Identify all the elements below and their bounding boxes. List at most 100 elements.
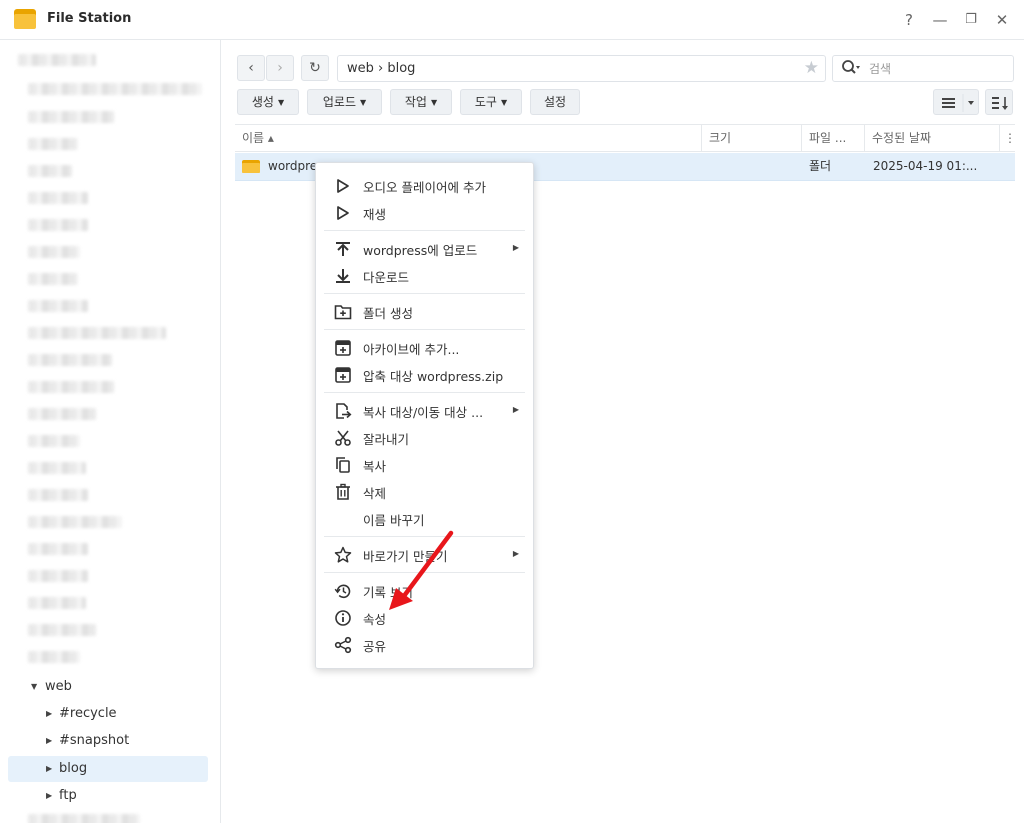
redacted-item — [28, 462, 86, 474]
tree-item-blog[interactable]: ▶ blog — [8, 756, 208, 782]
forward-button[interactable]: › — [266, 55, 294, 81]
menu-item-label: 이름 바꾸기 — [363, 513, 425, 528]
column-type[interactable]: 파일 ... — [802, 125, 865, 152]
menu-item-label: 다운로드 — [363, 270, 410, 285]
button-label: 도구 — [474, 95, 497, 109]
menu-item-label: 바로가기 만들기 — [363, 549, 448, 564]
redacted-item — [28, 138, 78, 150]
redacted-item — [28, 354, 112, 366]
minimize-button[interactable]: — — [929, 9, 951, 31]
redacted-item — [28, 165, 72, 177]
upload-button[interactable]: 업로드 ▼ — [307, 89, 382, 115]
menu-separator — [324, 536, 525, 537]
column-size[interactable]: 크기 — [702, 125, 802, 152]
menu-item-play[interactable]: 재생 — [317, 199, 533, 226]
menu-item-download[interactable]: 다운로드 — [317, 262, 533, 289]
menu-item-label: 재생 — [363, 207, 387, 222]
menu-item-label: wordpress에 업로드 — [363, 243, 478, 258]
back-arrow-icon: ‹ — [248, 60, 254, 76]
collapsed-caret-icon: ▶ — [46, 709, 53, 718]
redacted-item — [28, 435, 80, 447]
path-bar[interactable]: web › blog ★ — [337, 55, 826, 82]
collapsed-caret-icon: ▶ — [46, 791, 53, 800]
context-menu: 오디오 플레이어에 추가 재생 wordpress에 업로드 ▶ 다운로드 폴더… — [315, 162, 534, 669]
settings-button[interactable]: 설정 — [530, 89, 580, 115]
redacted-item — [28, 83, 202, 95]
redacted-item — [28, 651, 80, 663]
caret-down-icon: ▼ — [430, 98, 438, 107]
menu-item-view-history[interactable]: 기록 보기 — [317, 577, 533, 604]
redacted-item — [28, 408, 96, 420]
view-mode-button[interactable] — [933, 89, 979, 115]
redacted-item — [28, 300, 88, 312]
menu-item-upload-to[interactable]: wordpress에 업로드 ▶ — [317, 235, 533, 262]
create-button[interactable]: 생성 ▼ — [237, 89, 299, 115]
menu-item-label: 복사 대상/이동 대상 ... — [363, 405, 484, 420]
menu-item-cut[interactable]: 잘라내기 — [317, 424, 533, 451]
redacted-item — [28, 543, 88, 555]
expanded-caret-icon: ▼ — [31, 682, 38, 691]
info-icon — [335, 610, 351, 626]
menu-item-delete[interactable]: 삭제 — [317, 478, 533, 505]
submenu-arrow-icon: ▶ — [512, 405, 519, 414]
list-view-icon — [942, 94, 974, 112]
menu-item-properties[interactable]: 속성 — [317, 604, 533, 631]
restore-button[interactable]: ❐ — [960, 9, 982, 31]
back-button[interactable]: ‹ — [237, 55, 265, 81]
column-modified[interactable]: 수정된 날짜 — [865, 125, 1000, 152]
redacted-item — [28, 192, 88, 204]
menu-item-add-to-archive[interactable]: 아카이브에 추가... — [317, 334, 533, 361]
menu-item-copy-move-to[interactable]: 복사 대상/이동 대상 ... ▶ — [317, 397, 533, 424]
search-box[interactable] — [832, 55, 1014, 82]
redacted-item — [28, 219, 88, 231]
star-icon — [334, 546, 352, 563]
close-button[interactable]: ✕ — [991, 9, 1013, 31]
new-folder-icon — [334, 305, 352, 320]
menu-separator — [324, 329, 525, 330]
search-icon[interactable] — [841, 59, 861, 77]
menu-item-rename[interactable]: 이름 바꾸기 — [317, 505, 533, 532]
download-icon — [336, 269, 350, 283]
tree-item-label: ftp — [59, 788, 77, 803]
menu-item-create-shortcut[interactable]: 바로가기 만들기 ▶ — [317, 541, 533, 568]
redacted-item — [28, 597, 86, 609]
path-text: web › blog — [347, 61, 416, 76]
collapsed-caret-icon: ▶ — [46, 736, 53, 745]
action-button[interactable]: 작업 ▼ — [390, 89, 452, 115]
search-input[interactable] — [869, 60, 1009, 78]
menu-item-compress-to-zip[interactable]: 압축 대상 wordpress.zip — [317, 361, 533, 388]
tree-item-recycle[interactable]: ▶ #recycle — [8, 701, 208, 727]
redacted-item — [28, 273, 78, 285]
app-title: File Station — [47, 11, 132, 26]
button-label: 작업 — [404, 95, 427, 109]
menu-item-copy[interactable]: 복사 — [317, 451, 533, 478]
menu-item-add-to-audio-player[interactable]: 오디오 플레이어에 추가 — [317, 172, 533, 199]
tree-item-web[interactable]: ▼ web — [8, 674, 208, 700]
menu-item-label: 폴더 생성 — [363, 306, 413, 321]
redacted-item — [28, 814, 140, 823]
scissors-icon — [335, 430, 351, 446]
refresh-button[interactable]: ↻ — [301, 55, 329, 81]
tools-button[interactable]: 도구 ▼ — [460, 89, 522, 115]
column-name[interactable]: 이름 ▴ — [235, 125, 702, 152]
table-header: 이름 ▴ 크기 파일 ... 수정된 날짜 ⋮ — [235, 124, 1016, 152]
tree-item-snapshot[interactable]: ▶ #snapshot — [8, 728, 208, 754]
menu-item-label: 잘라내기 — [363, 432, 410, 447]
favorite-star-icon[interactable]: ★ — [804, 58, 819, 78]
archive-icon — [335, 340, 351, 356]
menu-item-label: 아카이브에 추가... — [363, 342, 460, 357]
upload-icon — [336, 242, 350, 256]
sort-button[interactable] — [985, 89, 1013, 115]
redacted-item — [28, 381, 114, 393]
tree-item-ftp[interactable]: ▶ ftp — [8, 783, 208, 809]
menu-item-share[interactable]: 공유 — [317, 631, 533, 658]
menu-separator — [324, 392, 525, 393]
trash-icon — [336, 483, 350, 500]
menu-item-label: 압축 대상 wordpress.zip — [363, 369, 504, 384]
help-button[interactable]: ? — [898, 9, 920, 31]
submenu-arrow-icon: ▶ — [512, 549, 519, 558]
redacted-item — [28, 111, 114, 123]
column-options-icon[interactable]: ⋮ — [1000, 125, 1016, 152]
redacted-item — [28, 570, 88, 582]
menu-item-create-folder[interactable]: 폴더 생성 — [317, 298, 533, 325]
